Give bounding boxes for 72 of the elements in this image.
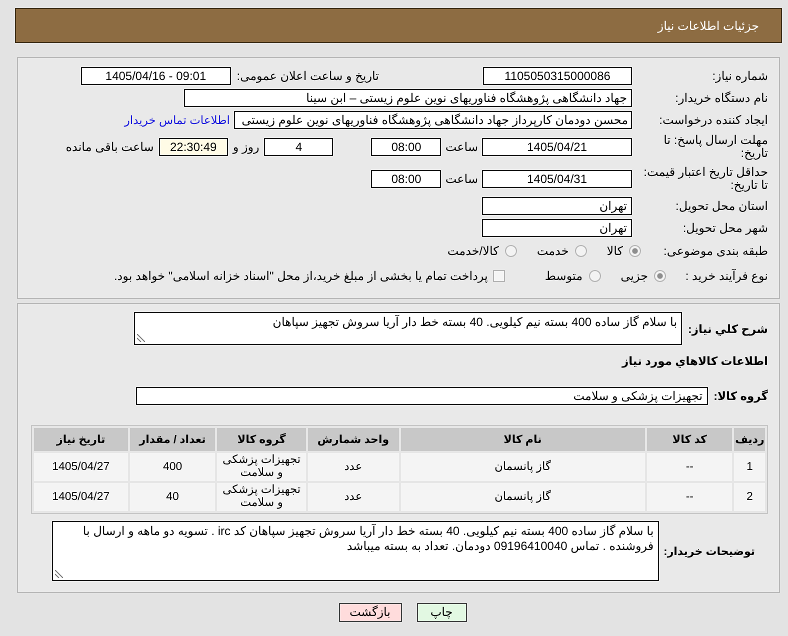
table-cell: تجهیزات پزشکی و سلامت bbox=[217, 453, 306, 481]
time-label: ساعت bbox=[445, 140, 478, 154]
field-label: نام دستگاه خریدار: bbox=[674, 92, 769, 104]
province-field[interactable]: تهران bbox=[482, 197, 632, 215]
field-label: شهر محل تحویل: bbox=[682, 222, 769, 234]
requester-field[interactable]: محسن دودمان کارپرداز جهاد دانشگاهی پژوهشگاه فناوریهای نوین علوم زیستی bbox=[234, 111, 632, 129]
city-field[interactable]: تهران bbox=[482, 219, 632, 237]
table-cell: گاز پانسمان bbox=[400, 483, 645, 511]
checkbox-label: پرداخت تمام یا بخشی از مبلغ خرید،از محل "اسناد خزانه اسلامی" خواهد بود. bbox=[114, 269, 488, 283]
radio-button[interactable] bbox=[504, 245, 517, 257]
field-label: گروه کالا: bbox=[714, 389, 769, 403]
field-label: استان محل تحویل: bbox=[674, 200, 769, 212]
column-header: تعداد / مقدار bbox=[130, 428, 216, 451]
radio-label: کالا/خدمت bbox=[447, 244, 499, 258]
print-button[interactable]: چاپ bbox=[416, 603, 466, 622]
remaining-label: ساعت باقی مانده bbox=[66, 140, 154, 154]
table-cell: -- bbox=[646, 483, 732, 511]
radio-label: جزیی bbox=[620, 269, 648, 283]
field-label: ایجاد کننده درخواست: bbox=[658, 114, 769, 126]
description-field[interactable]: با سلام گاز ساده 400 بسته نیم کیلویی. 40 بسته خط دار آریا سروش تجهیز سپاهان bbox=[134, 312, 682, 345]
column-header: نام کالا bbox=[400, 428, 645, 451]
field-label: طبقه بندی موضوعی: bbox=[662, 244, 769, 258]
radio-button[interactable] bbox=[629, 245, 641, 257]
table-cell: 1405/04/27 bbox=[34, 483, 128, 511]
announce-date-field[interactable]: 1405/04/16 - 09:01 bbox=[80, 67, 231, 85]
field-label: توضیحات خریدار: bbox=[664, 544, 756, 558]
buyer-org-field[interactable]: جهاد دانشگاهی پژوهشگاه فناوریهای نوین علوم زیستی – ابن سینا bbox=[184, 89, 632, 107]
time-field[interactable]: 08:00 bbox=[371, 138, 442, 156]
buyer-notes-field[interactable]: با سلام گاز ساده 400 بسته نیم کیلویی. 40 بسته خط دار آریا سروش تجهیز سپاهان کد irc . تسویه دو ماهه و ارسال با فروشنده . تماس 09196410040 دودمان. تعداد به بسته میباشد bbox=[52, 521, 659, 581]
table-cell: گاز پانسمان bbox=[400, 453, 645, 481]
back-button[interactable]: بازگشت bbox=[338, 603, 402, 622]
time-field[interactable]: 08:00 bbox=[371, 170, 442, 188]
radio-label: خدمت bbox=[536, 244, 569, 258]
field-label: شرح کلي نیاز: bbox=[688, 322, 769, 336]
field-label: شماره نیاز: bbox=[711, 70, 769, 82]
field-label: حداقل تاریخ اعتبار قیمت: تا تاریخ: bbox=[642, 166, 769, 192]
days-field[interactable]: 4 bbox=[264, 138, 334, 156]
table-cell: 400 bbox=[130, 453, 216, 481]
checkbox[interactable] bbox=[492, 270, 505, 282]
need-number-field[interactable]: 1105050315000086 bbox=[483, 67, 632, 85]
radio-label: متوسط bbox=[544, 269, 583, 283]
table-cell: عدد bbox=[308, 483, 399, 511]
column-header: تاریخ نیاز bbox=[34, 428, 128, 451]
column-header: کد کالا bbox=[646, 428, 732, 451]
table-cell: -- bbox=[646, 453, 732, 481]
radio-button[interactable] bbox=[574, 245, 587, 257]
radio-button[interactable] bbox=[654, 270, 666, 282]
section-title: اطلاعات کالاهاي مورد نیاز bbox=[620, 355, 769, 369]
table-cell: 40 bbox=[130, 483, 216, 511]
table-cell: تجهیزات پزشکی و سلامت bbox=[217, 483, 306, 511]
table-cell: 1405/04/27 bbox=[34, 453, 128, 481]
column-header: گروه کالا bbox=[217, 428, 306, 451]
contact-link[interactable]: اطلاعات تماس خریدار bbox=[124, 113, 230, 127]
time-label: ساعت bbox=[445, 172, 478, 186]
header-title: جزئیات اطلاعات نیاز bbox=[658, 18, 759, 32]
goods-group-field[interactable]: تجهیزات پزشکی و سلامت bbox=[136, 387, 708, 405]
field-label: تاریخ و ساعت اعلان عمومی: bbox=[236, 69, 379, 83]
resize-grip-icon[interactable] bbox=[137, 334, 145, 342]
field-label: نوع فرآیند خرید : bbox=[684, 269, 769, 283]
date-field[interactable]: 1405/04/21 bbox=[482, 138, 632, 156]
table-cell: 2 bbox=[734, 483, 765, 511]
table-cell: عدد bbox=[308, 453, 399, 481]
field-label: مهلت ارسال پاسخ: تا تاریخ: bbox=[662, 134, 769, 160]
radio-label: کالا bbox=[606, 244, 623, 258]
date-field[interactable]: 1405/04/31 bbox=[482, 170, 632, 188]
column-header: ردیف bbox=[734, 428, 765, 451]
column-header: واحد شمارش bbox=[308, 428, 399, 451]
resize-grip-icon[interactable] bbox=[55, 570, 63, 578]
days-label: روز و bbox=[232, 140, 260, 154]
radio-button[interactable] bbox=[588, 270, 601, 282]
remaining-time-field[interactable]: 22:30:49 bbox=[158, 138, 228, 156]
table-cell: 1 bbox=[734, 453, 765, 481]
